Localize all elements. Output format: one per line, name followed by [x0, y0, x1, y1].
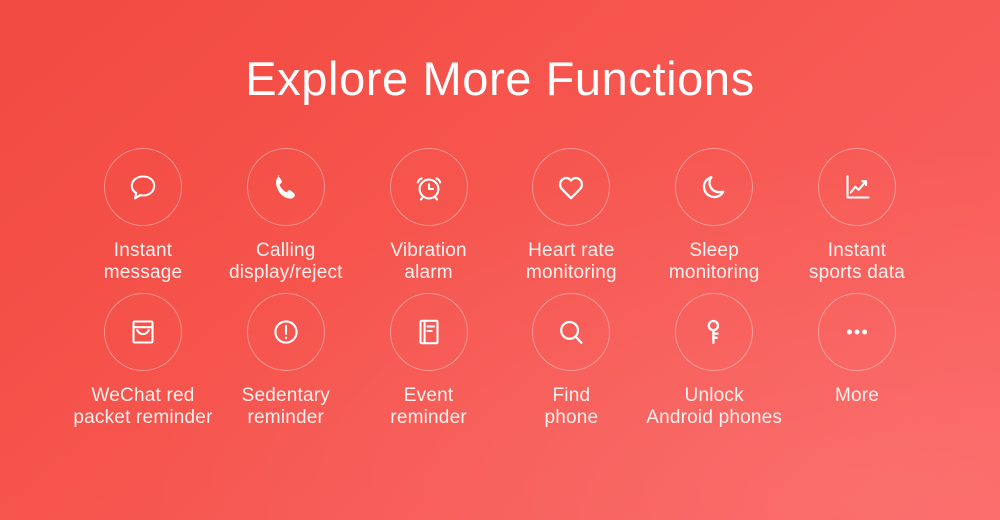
- feature-label: Instant sports data: [808, 240, 906, 284]
- feature-item-event-reminder[interactable]: Event reminder: [358, 292, 500, 430]
- icon-ring: [675, 292, 754, 371]
- ellipsis-icon: [837, 312, 877, 352]
- heart-icon: [551, 167, 591, 207]
- feature-item-unlock-android[interactable]: Unlock Android phones: [643, 292, 785, 430]
- icon-ring: [675, 148, 754, 226]
- page-title: Explore More Functions: [245, 52, 755, 105]
- icon-ring: [104, 148, 182, 226]
- feature-label: Unlock Android phones: [646, 384, 783, 429]
- icon-ring: [532, 148, 611, 226]
- feature-item-instant-message[interactable]: Instant message: [72, 148, 214, 285]
- crescent-moon-icon: [694, 167, 734, 207]
- envelope-icon: [123, 312, 163, 352]
- feature-label: Instant message: [103, 240, 183, 284]
- feature-label: Sedentary reminder: [241, 384, 330, 429]
- icon-ring: [389, 292, 468, 371]
- promo-banner: Explore More Functions Instant message C…: [0, 0, 1000, 520]
- feature-label: Sleep monitoring: [668, 240, 760, 284]
- icon-ring: [389, 148, 468, 226]
- exclamation-circle-icon: [266, 312, 306, 352]
- feature-label: Heart rate monitoring: [526, 240, 617, 284]
- feature-label: Event reminder: [390, 384, 467, 429]
- feature-item-wechat-red-packet[interactable]: WeChat red packet reminder: [72, 292, 214, 430]
- feature-label: Calling display/reject: [228, 240, 343, 284]
- alarm-clock-icon: [409, 167, 449, 207]
- feature-row-2: WeChat red packet reminder Sedentary rem…: [72, 292, 928, 430]
- icon-ring: [817, 148, 896, 226]
- feature-item-vibration-alarm[interactable]: Vibration alarm: [358, 148, 500, 285]
- feature-grid: Instant message Calling display/reject V…: [72, 148, 928, 430]
- icon-ring: [532, 292, 611, 371]
- chat-bubble-icon: [123, 167, 163, 207]
- feature-label: Vibration alarm: [390, 240, 467, 284]
- line-chart-icon: [837, 167, 877, 207]
- magnifier-icon: [551, 312, 591, 352]
- feature-item-sedentary-reminder[interactable]: Sedentary reminder: [215, 292, 357, 430]
- key-icon: [694, 312, 734, 352]
- feature-label: Find phone: [544, 384, 599, 429]
- phone-handset-icon: [266, 167, 306, 207]
- icon-ring: [246, 292, 325, 371]
- feature-item-sleep-monitoring[interactable]: Sleep monitoring: [643, 148, 785, 285]
- feature-item-sports-data[interactable]: Instant sports data: [786, 148, 928, 285]
- feature-item-find-phone[interactable]: Find phone: [500, 292, 642, 430]
- document-note-icon: [409, 312, 449, 352]
- icon-ring: [817, 292, 896, 371]
- icon-ring: [104, 292, 182, 371]
- feature-row-1: Instant message Calling display/reject V…: [72, 148, 928, 285]
- feature-item-more[interactable]: More: [786, 292, 928, 407]
- feature-item-calling-display[interactable]: Calling display/reject: [215, 148, 357, 285]
- feature-label: WeChat red packet reminder: [73, 384, 213, 429]
- feature-label: More: [834, 384, 880, 406]
- feature-item-heart-rate[interactable]: Heart rate monitoring: [500, 148, 642, 285]
- icon-ring: [246, 148, 325, 226]
